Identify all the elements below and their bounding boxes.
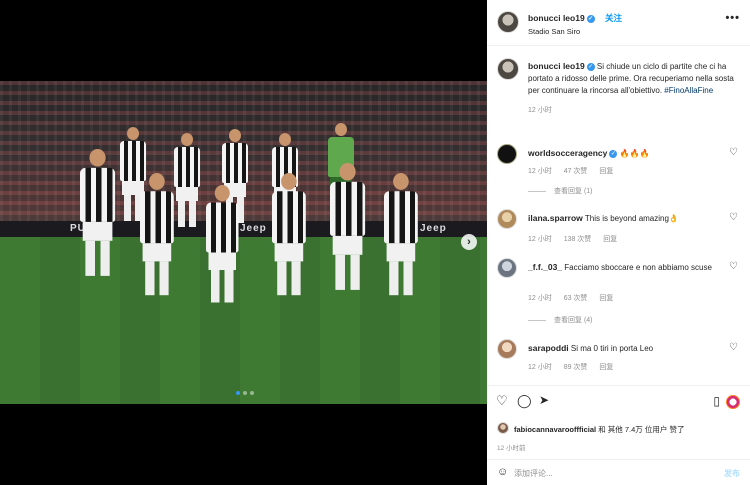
comment-time: 12 小时 [528,168,552,175]
comment-avatar[interactable] [497,209,517,229]
likes-summary: fabiocannavarooffficial 和 其他 7.4万 位用户 赞了 [497,422,742,436]
comment-meta: 12 小时 63 次赞 回复 [528,293,623,303]
story-avatar-icon[interactable] [726,395,740,409]
comment-meta: 12 小时 89 次赞 回复 [528,362,623,372]
likes-count-text[interactable]: 和 其他 7.4万 位用户 赞了 [596,425,684,434]
author-username-text[interactable]: bonucci leo19 [528,13,585,23]
board-text: Jeep [420,223,447,234]
comment-text: This is beyond amazing👌 [584,214,679,223]
comment-username[interactable]: _f.f._03_ [528,262,562,272]
verified-icon: ✓ [586,14,595,23]
liker-username[interactable]: fabiocannavarooffficial [514,425,596,434]
comment-likes[interactable]: 63 次赞 [564,295,588,302]
reply-button[interactable]: 回复 [599,168,613,175]
verified-icon: ✓ [586,62,595,71]
view-replies-label[interactable]: 查看回复 (4) [554,317,593,324]
carousel-dot [236,391,240,395]
comment-text: 🔥🔥🔥 [619,149,650,158]
player [206,185,239,303]
replies-divider [528,319,546,321]
caption-avatar[interactable] [497,58,519,80]
comment-time: 12 小时 [528,364,552,371]
comment-username[interactable]: worldsocceragency [528,148,607,158]
comment-body: sarapoddi Si ma 0 tiri in porta Leo [528,342,724,355]
author-avatar[interactable] [497,11,519,33]
comment-avatar[interactable] [497,339,517,359]
instagram-post-modal: PUMA Jeep Jeep › [0,0,750,485]
comment-username[interactable]: sarapoddi [528,343,569,353]
comment-input[interactable] [514,466,694,480]
post-location[interactable]: Stadio San Siro [528,27,580,36]
liker-avatar[interactable] [497,422,509,434]
share-send-icon[interactable]: ➤ [539,393,549,407]
player [140,173,174,296]
comment-body: ilana.sparrow This is beyond amazing👌 [528,212,724,225]
view-replies-button[interactable]: 查看回复 (4) [528,315,593,325]
verified-icon: ✓ [609,149,618,158]
emoji-icon[interactable]: ☺ [497,466,508,478]
reply-button[interactable]: 回复 [603,236,617,243]
comment-body: worldsocceragency ✓ 🔥🔥🔥 [528,147,724,160]
follow-button[interactable]: 关注 [605,12,622,24]
caption-time: 12 小时 [528,107,552,114]
comment-avatar[interactable] [497,144,517,164]
comment-meta: 12 小时 47 次赞 回复 [528,166,623,176]
carousel-indicator [236,391,254,395]
reply-button[interactable]: 回复 [599,295,613,302]
caption-username[interactable]: bonucci leo19 [528,61,585,71]
carousel-dot [243,391,247,395]
replies-divider [528,190,546,192]
comment-avatar[interactable] [497,258,517,278]
caption-body: bonucci leo19 ✓ Si chiude un ciclo di par… [528,60,740,117]
player [80,149,116,276]
player [272,173,306,296]
bookmark-icon[interactable]: ▯ [713,394,720,408]
comment-body: _f.f._03_ Facciamo sboccare e non abbiam… [528,261,724,274]
player [174,133,200,227]
board-text: Jeep [240,223,267,234]
post-actions-bar: ♡ ◯ ➤ ▯ [487,385,750,415]
player [384,173,418,296]
post-header: bonucci leo19 ✓ 关注 Stadio San Siro ••• [487,0,750,46]
post-comment-button[interactable]: 发布 [724,468,740,479]
comment-bubble-icon[interactable]: ◯ [517,393,532,409]
view-replies-button[interactable]: 查看回复 (1) [528,186,593,196]
carousel-dot [250,391,254,395]
like-comment-icon[interactable]: ♡ [729,261,738,272]
add-comment-bar: ☺ 发布 [487,459,750,485]
reply-button[interactable]: 回复 [599,364,613,371]
post-photo[interactable]: PUMA Jeep Jeep [0,81,487,404]
media-pane: PUMA Jeep Jeep › [0,0,487,485]
like-heart-icon[interactable]: ♡ [496,393,508,409]
comment-text: Si ma 0 tiri in porta Leo [570,344,654,353]
likes-text: fabiocannavarooffficial 和 其他 7.4万 位用户 赞了 [514,424,684,435]
comment-likes[interactable]: 47 次赞 [564,168,588,175]
comment-likes[interactable]: 138 次赞 [564,236,592,243]
comment-time: 12 小时 [528,295,552,302]
comment-username[interactable]: ilana.sparrow [528,213,583,223]
next-image-button[interactable]: › [461,234,477,250]
comment-text: Facciamo sboccare e non abbiamo scuse [564,263,712,272]
like-comment-icon[interactable]: ♡ [729,147,738,158]
comment-meta: 12 小时 138 次赞 回复 [528,234,627,244]
post-side-panel: bonucci leo19 ✓ 关注 Stadio San Siro ••• bo… [487,0,750,485]
more-options-icon[interactable]: ••• [725,12,740,24]
comment-time: 12 小时 [528,236,552,243]
like-comment-icon[interactable]: ♡ [729,342,738,353]
comment-likes[interactable]: 89 次赞 [564,364,588,371]
author-username[interactable]: bonucci leo19 ✓ [528,13,595,23]
view-replies-label[interactable]: 查看回复 (1) [554,188,593,195]
caption-hashtag[interactable]: #FinoAllaFine [664,86,713,95]
player [330,163,366,290]
post-timestamp: 12 小时前 [497,445,526,452]
like-comment-icon[interactable]: ♡ [729,212,738,223]
